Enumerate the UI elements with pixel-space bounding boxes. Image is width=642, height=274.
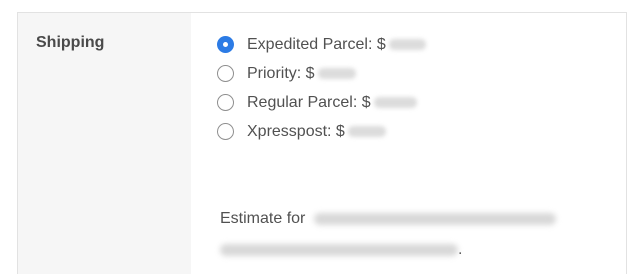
estimate-prefix: Estimate for <box>220 210 306 227</box>
option-label: Regular Parcel: $ <box>247 93 371 111</box>
radio-button[interactable] <box>217 123 234 140</box>
shipping-panel: Shipping Expedited Parcel: $ Priority: $… <box>17 12 627 274</box>
redacted-price <box>373 97 417 108</box>
shipping-estimate: Estimate for . <box>220 203 556 265</box>
redacted-address-line-2 <box>220 243 458 256</box>
label-column: Shipping <box>18 13 191 274</box>
shipping-option-priority[interactable]: Priority: $ <box>217 59 426 88</box>
radio-button[interactable] <box>217 94 234 111</box>
option-label: Priority: $ <box>247 64 315 82</box>
redacted-address-line-1 <box>313 212 556 225</box>
estimate-line-1: Estimate for <box>220 203 556 234</box>
shipping-option-xpresspost[interactable]: Xpresspost: $ <box>217 117 426 146</box>
radio-button-selected[interactable] <box>217 36 234 53</box>
shipping-label: Shipping <box>36 34 105 51</box>
shipping-option-regular-parcel[interactable]: Regular Parcel: $ <box>217 88 426 117</box>
shipping-option-list: Expedited Parcel: $ Priority: $ Regular … <box>217 30 426 146</box>
estimate-suffix: . <box>458 241 463 258</box>
redacted-price <box>388 39 426 50</box>
option-label: Xpresspost: $ <box>247 122 345 140</box>
estimate-line-2: . <box>220 234 556 265</box>
option-label: Expedited Parcel: $ <box>247 35 386 53</box>
radio-button[interactable] <box>217 65 234 82</box>
shipping-options-column: Expedited Parcel: $ Priority: $ Regular … <box>191 13 626 274</box>
shipping-option-expedited-parcel[interactable]: Expedited Parcel: $ <box>217 30 426 59</box>
redacted-price <box>317 68 356 79</box>
redacted-price <box>347 126 386 137</box>
